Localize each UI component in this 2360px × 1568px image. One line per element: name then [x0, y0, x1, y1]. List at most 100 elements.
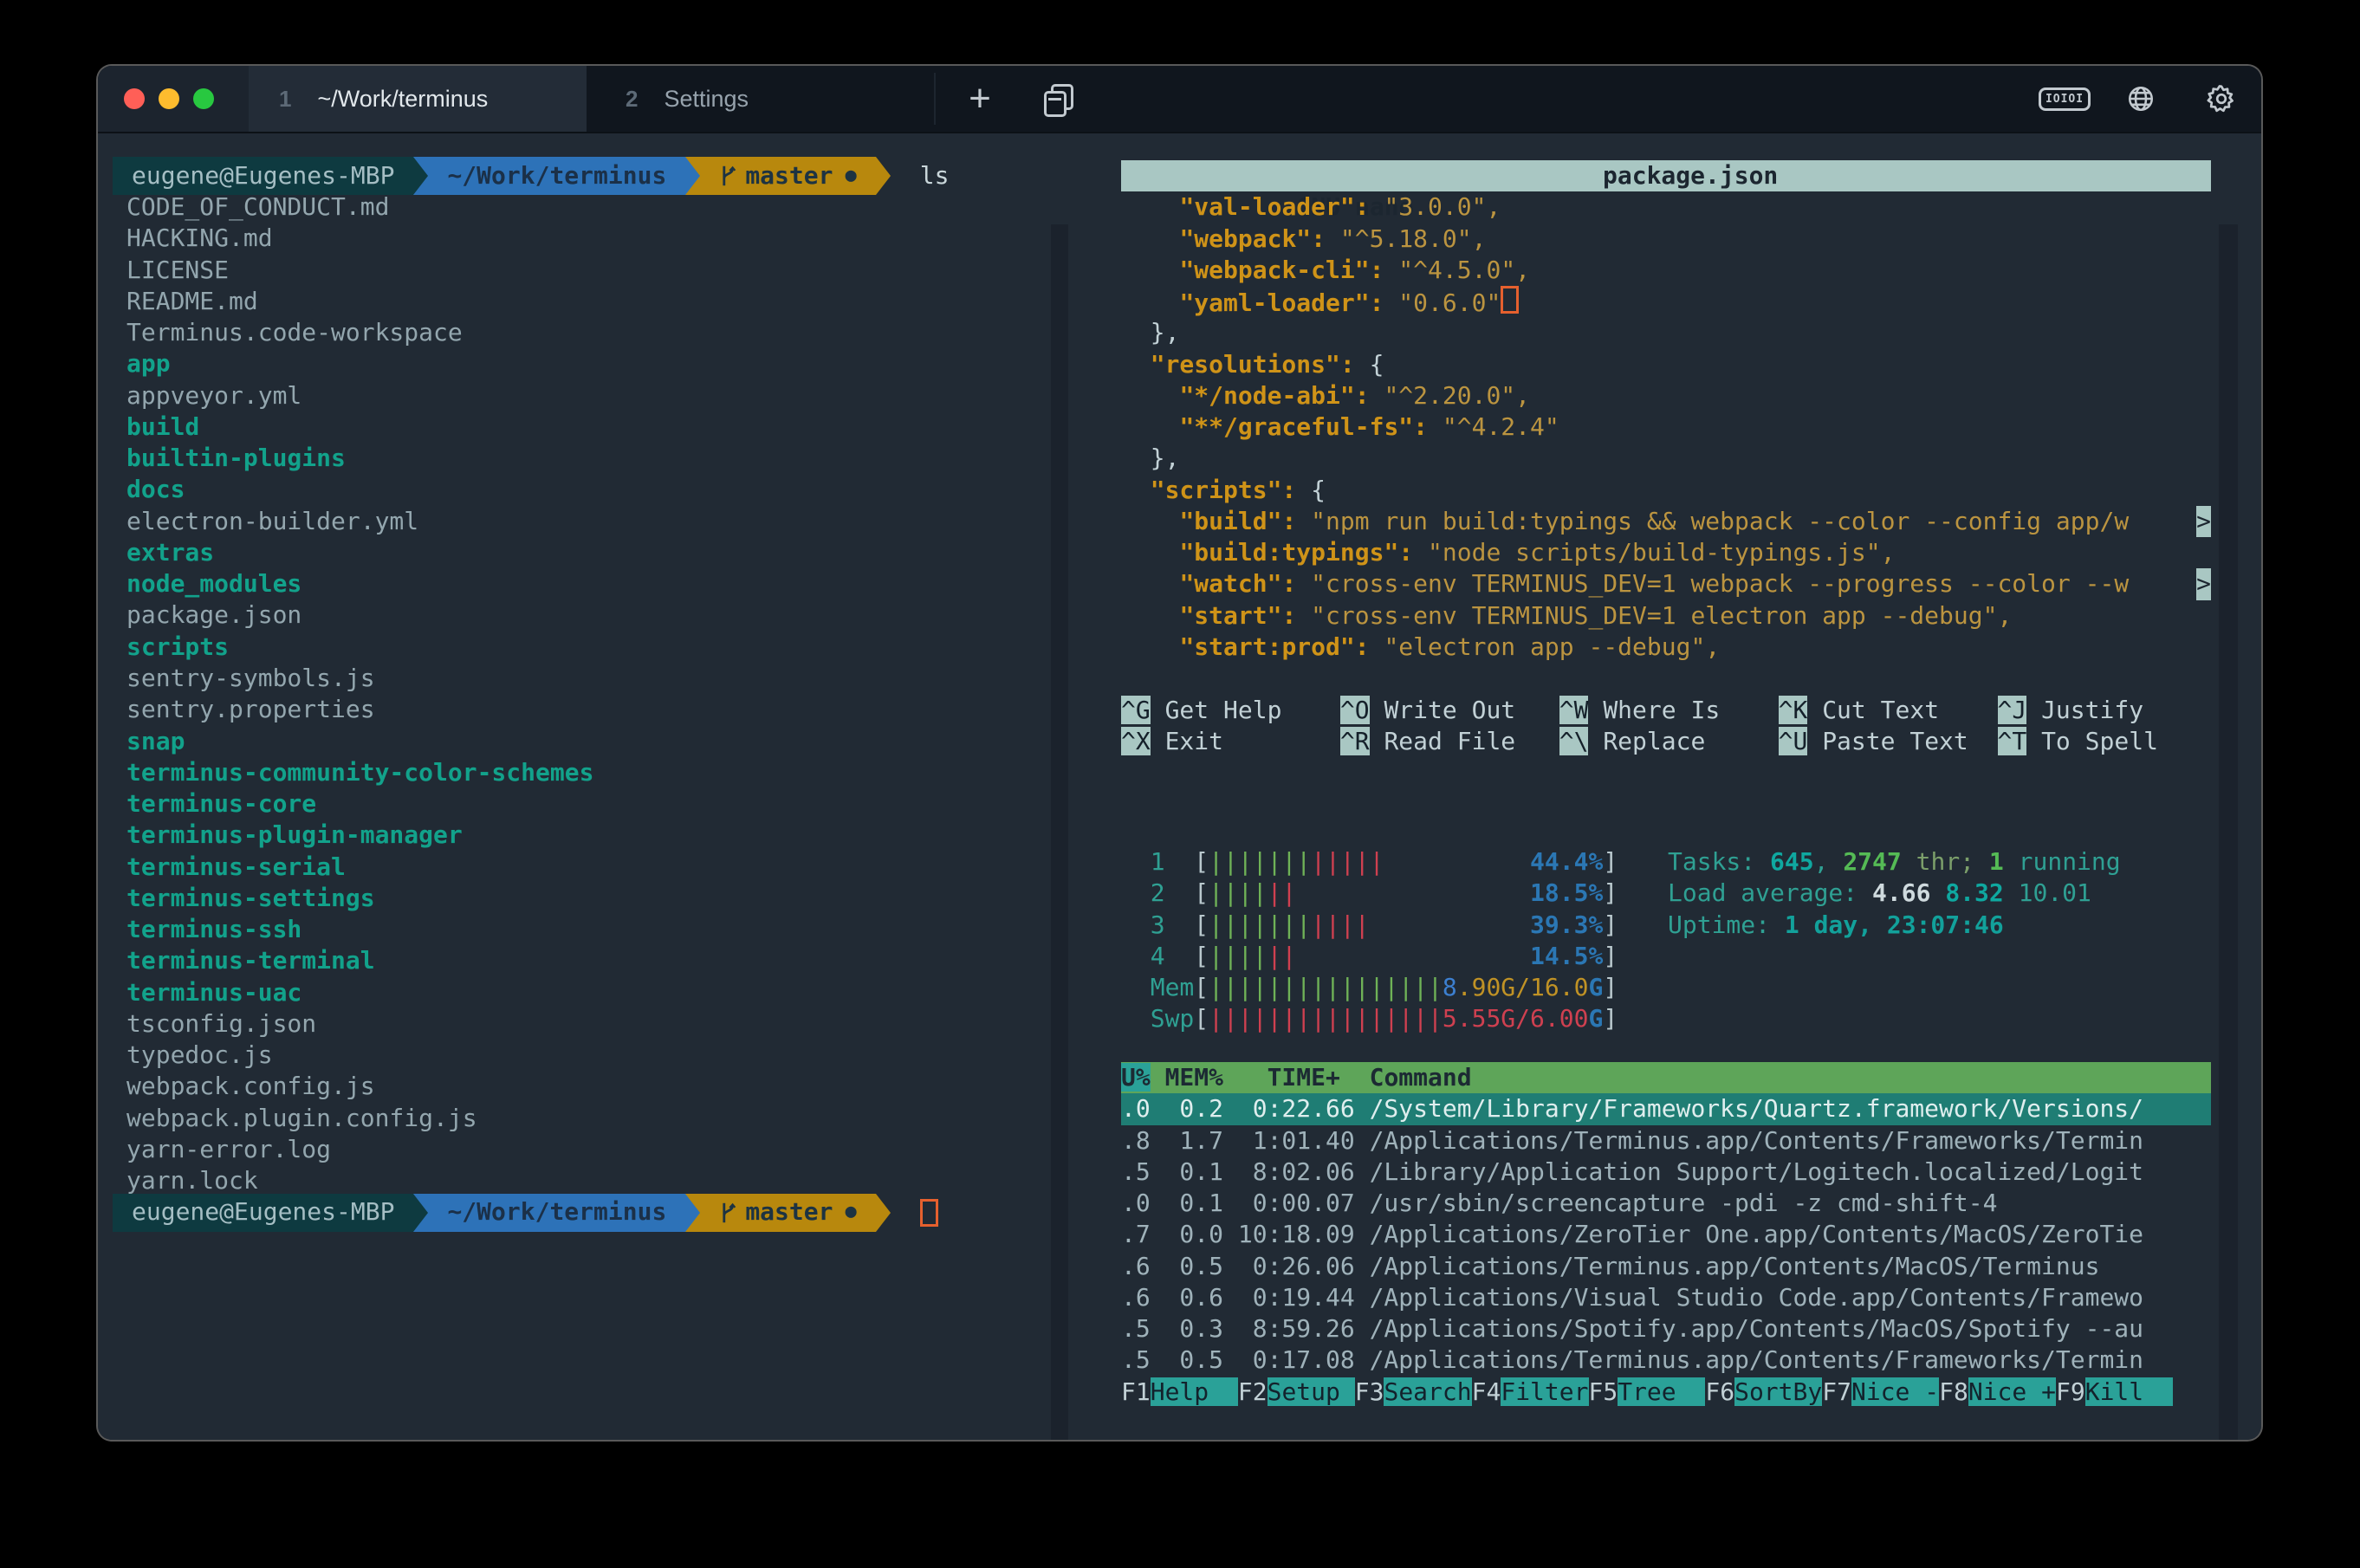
new-tab-button[interactable]: + [965, 66, 995, 132]
left-pane-scrollbar[interactable] [1051, 224, 1068, 1440]
htop-summary-line: Uptime: 1 day, 23:07:46 [1668, 910, 2121, 941]
file-list-line: build [113, 411, 1048, 443]
nano-line: ^G Get Help ^O Write Out ^W Where Is ^K … [1121, 695, 2211, 726]
powerline-arrow [413, 157, 428, 195]
htop-meter-line: 1 [|||||||||||| 44.4%] [1121, 846, 1618, 878]
tab-title: Settings [664, 86, 749, 113]
nano-line: "build:typings": "node scripts/build-typ… [1121, 537, 2211, 568]
nano-line: ^X Exit ^R Read File ^\ Replace ^U Paste… [1121, 726, 2211, 757]
serial-port-button[interactable]: IOIOI [2043, 66, 2086, 132]
prompt-git-segment: master ● [700, 1194, 875, 1232]
file-list-line: docs [113, 474, 1048, 505]
file-list-line: terminus-core [113, 788, 1048, 820]
terminal-cursor [920, 1199, 938, 1227]
shell-prompt: eugene@Eugenes-MBP ~/Work/terminus maste… [113, 157, 1048, 195]
minimize-button[interactable] [159, 88, 179, 109]
globe-icon [2126, 84, 2156, 113]
htop-summary-line: Tasks: 645, 2747 thr; 1 running [1668, 846, 2121, 878]
htop-process-table: U% MEM% TIME+ Command.0 0.2 0:22.66 /Sys… [1121, 1062, 2211, 1408]
htop-process-line: .5 0.3 8:59.26 /Applications/Spotify.app… [1121, 1313, 2211, 1344]
settings-button[interactable] [2205, 66, 2238, 132]
prompt-user-segment: eugene@Eugenes-MBP [113, 157, 413, 195]
htop-meter-line: Mem[||||||||||||||||8.90G/16.0G] [1121, 972, 1618, 1003]
htop-meter-line: 4 [|||||| 14.5%] [1121, 941, 1618, 972]
htop-process-line: .5 0.5 0:17.08 /Applications/Terminus.ap… [1121, 1344, 2211, 1376]
nano-line: }, [1121, 443, 2211, 474]
nano-line: "yaml-loader": "0.6.0" [1121, 286, 2211, 317]
git-branch-icon [719, 164, 736, 188]
file-list-line: appveyor.yml [113, 380, 1048, 411]
nano-line: "start": "cross-env TERMINUS_DEV=1 elect… [1121, 600, 2211, 632]
file-list-line: node_modules [113, 568, 1048, 599]
close-button[interactable] [124, 88, 145, 109]
traffic-light-group [98, 66, 249, 132]
powerline-arrow [413, 1194, 428, 1232]
file-list-line: sentry-symbols.js [113, 663, 1048, 694]
htop-process-line: U% MEM% TIME+ Command [1121, 1062, 2211, 1093]
nano-line [1121, 663, 2211, 694]
file-list-line: terminus-plugin-manager [113, 820, 1048, 851]
nano-line: "resolutions": { [1121, 349, 2211, 380]
split-pane-button[interactable] [1038, 66, 1076, 132]
powerline-arrow [876, 157, 891, 195]
title-bar: 1 ~/Work/terminus 2 Settings + IOIOI [98, 66, 2261, 133]
htop-process-line: .5 0.1 8:02.06 /Library/Application Supp… [1121, 1157, 2211, 1188]
prompt-path-segment: ~/Work/terminus [428, 157, 685, 195]
file-list-line: webpack.config.js [113, 1071, 1048, 1102]
terminal-window: 1 ~/Work/terminus 2 Settings + IOIOI [98, 66, 2261, 1440]
nano-line: "scripts": { [1121, 475, 2211, 506]
powerline-arrow [685, 157, 700, 195]
git-dirty-icon: ● [845, 1196, 856, 1228]
typed-command: ls [920, 160, 950, 191]
powerline-arrow [685, 1194, 700, 1232]
file-list-line: yarn.lock [113, 1165, 1048, 1196]
file-list-line: HACKING.md [113, 223, 1048, 254]
file-list-line: terminus-uac [113, 977, 1048, 1008]
file-list-line: package.json [113, 599, 1048, 631]
file-list-line: README.md [113, 286, 1048, 317]
htop-process-line: .8 1.7 1:01.40 /Applications/Terminus.ap… [1121, 1125, 2211, 1157]
file-list-line: extras [113, 537, 1048, 568]
git-dirty-icon: ● [845, 160, 856, 191]
htop-process-line: .7 0.0 10:18.09 /Applications/ZeroTier O… [1121, 1219, 2211, 1250]
file-list-line: terminus-ssh [113, 914, 1048, 945]
htop-process-line: .0 0.1 0:00.07 /usr/sbin/screencapture -… [1121, 1188, 2211, 1219]
tab-title: ~/Work/terminus [317, 86, 488, 113]
ls-output: CODE_OF_CONDUCT.mdHACKING.mdLICENSEREADM… [113, 191, 1048, 1197]
powerline-arrow [876, 1194, 891, 1232]
file-list-line: terminus-serial [113, 852, 1048, 883]
file-list-line: snap [113, 726, 1048, 757]
file-list-line: webpack.plugin.config.js [113, 1103, 1048, 1134]
nano-title-bar: GNU nano 4.5 package.json [1121, 160, 2211, 191]
htop-cpu-memory-meters: 1 [|||||||||||| 44.4%] 2 [|||||| 18.5%] … [1121, 846, 1618, 1035]
nano-line: "**/graceful-fs": "^4.2.4" [1121, 411, 2211, 443]
split-icon [1044, 84, 1070, 113]
prompt-git-segment: master ● [700, 157, 875, 195]
tab-number: 2 [626, 86, 638, 113]
nano-buffer: "val-loader": "3.0.0", "webpack": "^5.18… [1121, 191, 2211, 757]
serial-port-icon: IOIOI [2039, 87, 2091, 111]
file-list-line: terminus-community-color-schemes [113, 757, 1048, 788]
gear-icon [2206, 83, 2237, 114]
nano-line: "webpack-cli": "^4.5.0", [1121, 255, 2211, 286]
tab-separator [934, 73, 936, 125]
htop-meter-line: 3 [||||||||||| 39.3%] [1121, 910, 1618, 941]
right-pane-scrollbar[interactable] [2219, 224, 2238, 1440]
tab-number: 1 [279, 86, 291, 113]
right-terminal-pane[interactable]: GNU nano 4.5 package.json "val-loader": … [1121, 160, 2211, 757]
nano-filename: package.json [1603, 160, 1778, 191]
htop-meter-line: Swp[||||||||||||||||5.55G/6.00G] [1121, 1003, 1618, 1034]
file-list-line: terminus-terminal [113, 945, 1048, 976]
left-terminal-pane[interactable]: eugene@Eugenes-MBP ~/Work/terminus maste… [113, 160, 1048, 1228]
terminal-content: eugene@Eugenes-MBP ~/Work/terminus maste… [98, 133, 2261, 1440]
htop-process-line: .6 0.5 0:26.06 /Applications/Terminus.ap… [1121, 1251, 2211, 1282]
file-list-line: LICENSE [113, 255, 1048, 286]
file-list-line: typedoc.js [113, 1040, 1048, 1071]
zoom-button[interactable] [193, 88, 214, 109]
tab-work-terminus[interactable]: 1 ~/Work/terminus [249, 66, 587, 132]
tab-settings[interactable]: 2 Settings [587, 66, 934, 132]
file-list-line: sentry.properties [113, 694, 1048, 725]
prompt-path-segment: ~/Work/terminus [428, 1194, 685, 1232]
file-list-line: app [113, 348, 1048, 379]
ssh-connections-button[interactable] [2125, 66, 2156, 132]
